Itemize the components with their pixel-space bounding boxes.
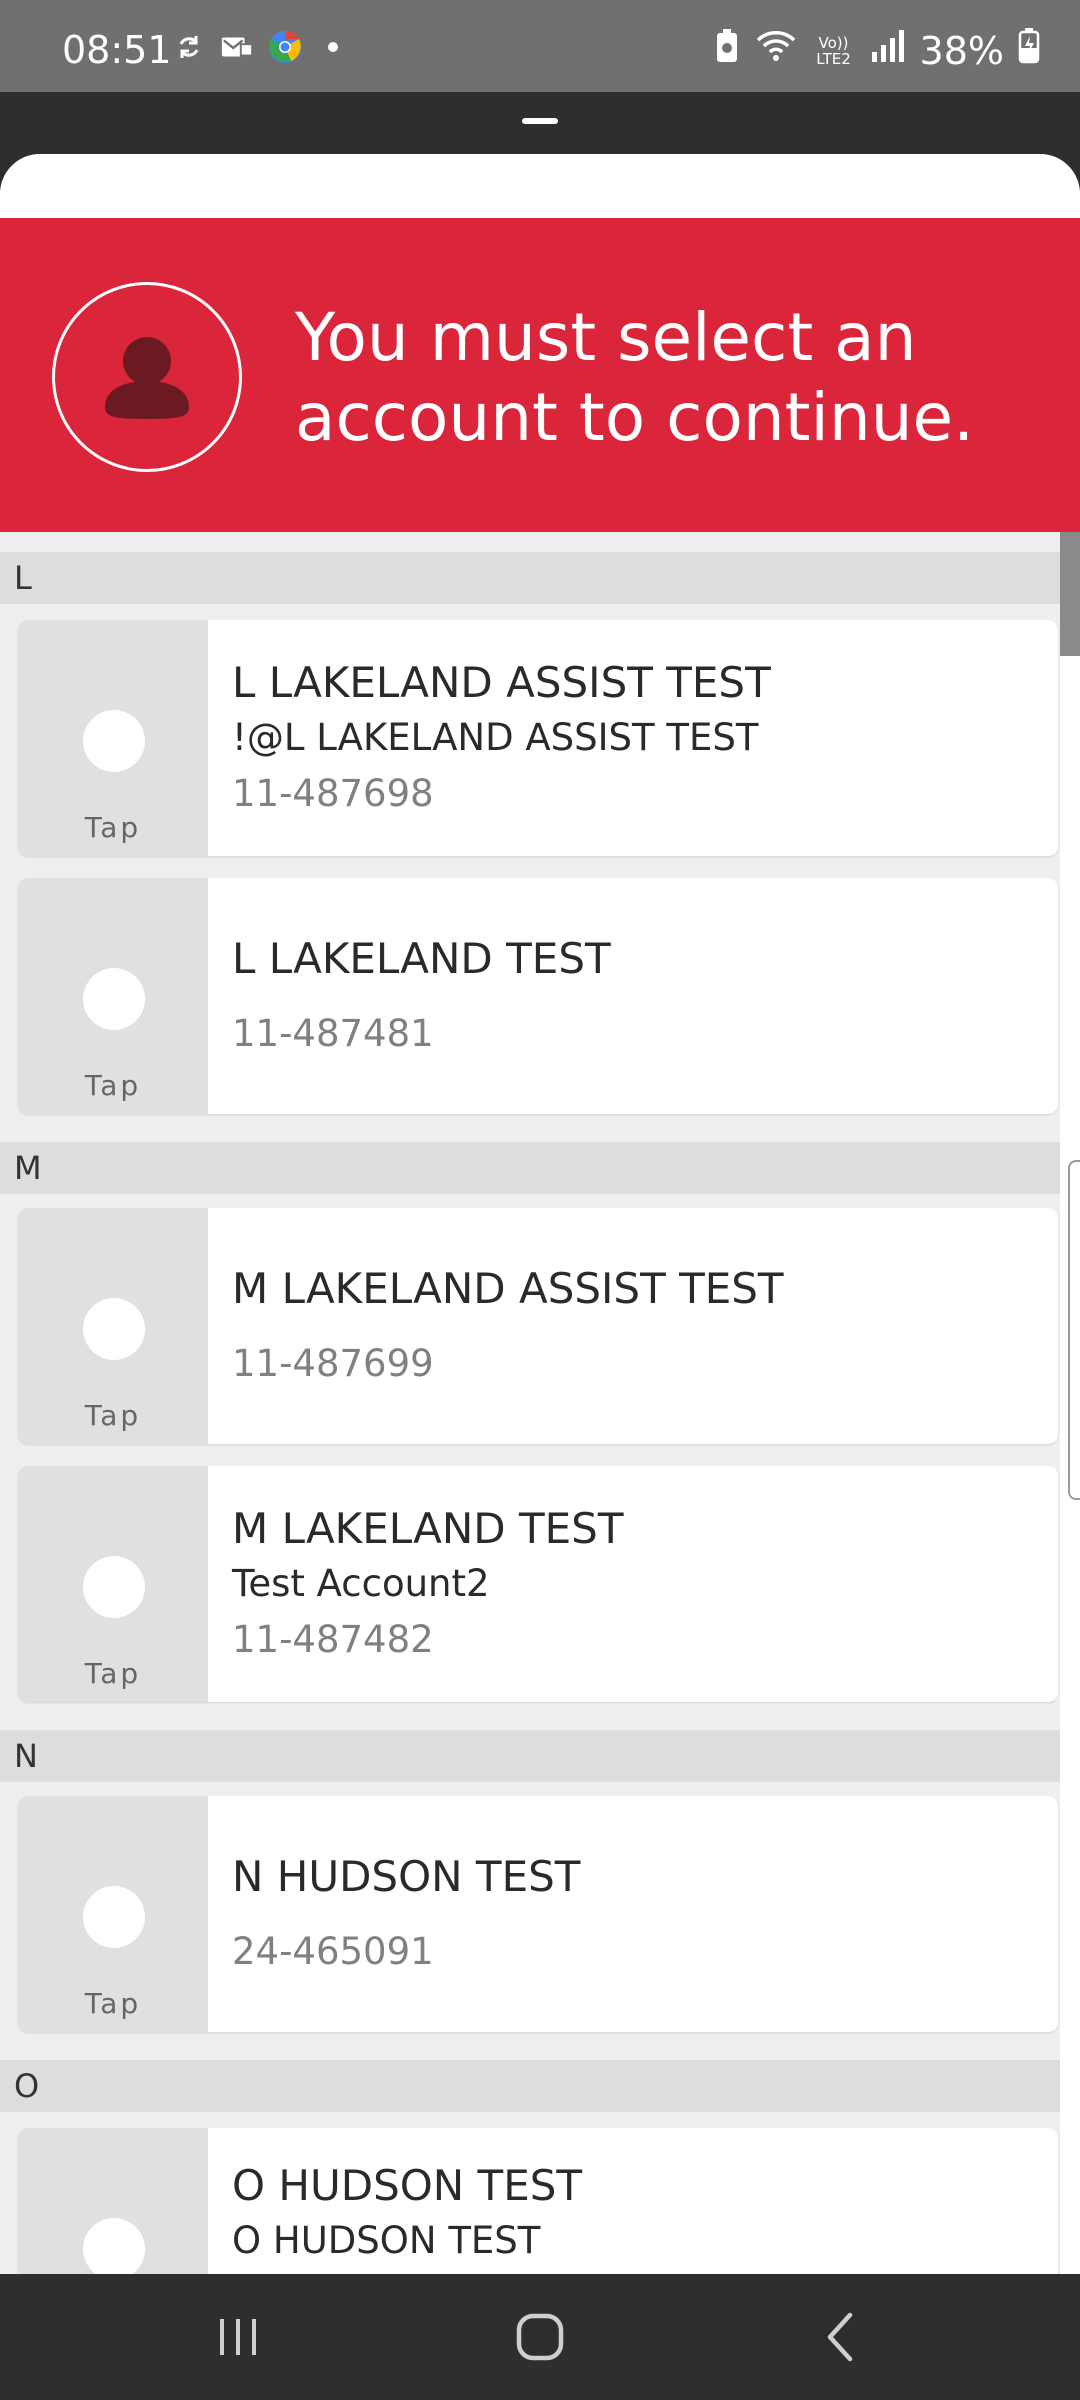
account-card[interactable]: Tap M LAKELAND TEST Test Account2 11-487… — [18, 1466, 1058, 1702]
account-name: N HUDSON TEST — [232, 1852, 581, 1901]
tap-label: Tap — [84, 1657, 142, 1690]
account-name: O HUDSON TEST — [232, 2161, 583, 2210]
network-type: Vo)) LTE2 — [816, 33, 851, 68]
account-alias: Test Account2 — [232, 1562, 490, 1605]
home-icon[interactable] — [480, 2302, 600, 2372]
account-name: M LAKELAND ASSIST TEST — [232, 1264, 784, 1313]
radio-circle-icon — [83, 1886, 145, 1948]
account-number: 11-487482 — [232, 1618, 434, 1661]
account-selector-sheet: You must select an account to continue. … — [0, 154, 1080, 2274]
status-time: 08:51 — [62, 28, 172, 72]
account-card[interactable]: Tap N HUDSON TEST 24-465091 — [18, 1796, 1058, 2032]
account-avatar-icon — [52, 282, 242, 472]
tap-select[interactable]: Tap — [18, 1796, 208, 2032]
signal-icon — [870, 28, 906, 73]
radio-circle-icon — [83, 1298, 145, 1360]
tap-label: Tap — [84, 811, 142, 844]
mail-icon — [220, 30, 254, 64]
battery-saver-icon — [714, 28, 740, 73]
warning-banner: You must select an account to continue. — [0, 218, 1080, 532]
battery-icon — [1018, 28, 1040, 73]
radio-circle-icon — [83, 968, 145, 1030]
fast-scroll-handle[interactable] — [1068, 1160, 1080, 1500]
radio-circle-icon — [83, 1556, 145, 1618]
chrome-icon — [268, 30, 302, 64]
wifi-icon — [754, 28, 798, 73]
account-number: 24-465091 — [232, 1930, 434, 1973]
back-icon[interactable] — [782, 2302, 902, 2372]
account-name: L LAKELAND ASSIST TEST — [232, 658, 771, 707]
tap-select[interactable]: Tap — [18, 620, 208, 856]
radio-circle-icon — [83, 710, 145, 772]
account-name: L LAKELAND TEST — [232, 934, 611, 983]
account-name: M LAKELAND TEST — [232, 1504, 624, 1553]
account-list[interactable]: L Tap L LAKELAND ASSIST TEST !@L LAKELAN… — [0, 532, 1060, 2274]
sync-icon — [172, 30, 206, 64]
account-number: 11-487698 — [232, 772, 434, 815]
drag-handle[interactable] — [522, 118, 558, 124]
navigation-bar — [0, 2274, 1080, 2400]
section-header-l: L — [0, 552, 1060, 604]
account-alias: O HUDSON TEST — [232, 2219, 541, 2262]
tap-select[interactable]: Tap — [18, 878, 208, 1114]
section-header-m: M — [0, 1142, 1060, 1194]
account-card[interactable]: Tap O HUDSON TEST O HUDSON TEST — [18, 2128, 1058, 2274]
tap-select[interactable]: Tap — [18, 2128, 208, 2274]
tap-select[interactable]: Tap — [18, 1208, 208, 1444]
status-bar: 08:51 Vo)) LTE2 38% — [0, 0, 1080, 92]
dot-icon — [316, 30, 350, 64]
battery-percent: 38% — [919, 28, 1004, 73]
section-header-n: N — [0, 1730, 1060, 1782]
account-number: 11-487481 — [232, 1012, 434, 1055]
account-card[interactable]: Tap M LAKELAND ASSIST TEST 11-487699 — [18, 1208, 1058, 1444]
tap-label: Tap — [84, 1399, 142, 1432]
banner-message: You must select an account to continue. — [295, 299, 975, 456]
account-card[interactable]: Tap L LAKELAND TEST 11-487481 — [18, 878, 1058, 1114]
account-card[interactable]: Tap L LAKELAND ASSIST TEST !@L LAKELAND … — [18, 620, 1058, 856]
tap-select[interactable]: Tap — [18, 1466, 208, 1702]
scrollbar-thumb[interactable] — [1060, 532, 1080, 656]
section-header-o: O — [0, 2060, 1060, 2112]
recent-apps-icon[interactable] — [178, 2302, 298, 2372]
tap-label: Tap — [84, 1069, 142, 1102]
radio-circle-icon — [83, 2218, 145, 2274]
tap-label: Tap — [84, 1987, 142, 2020]
account-number: 11-487699 — [232, 1342, 434, 1385]
account-alias: !@L LAKELAND ASSIST TEST — [232, 716, 759, 759]
